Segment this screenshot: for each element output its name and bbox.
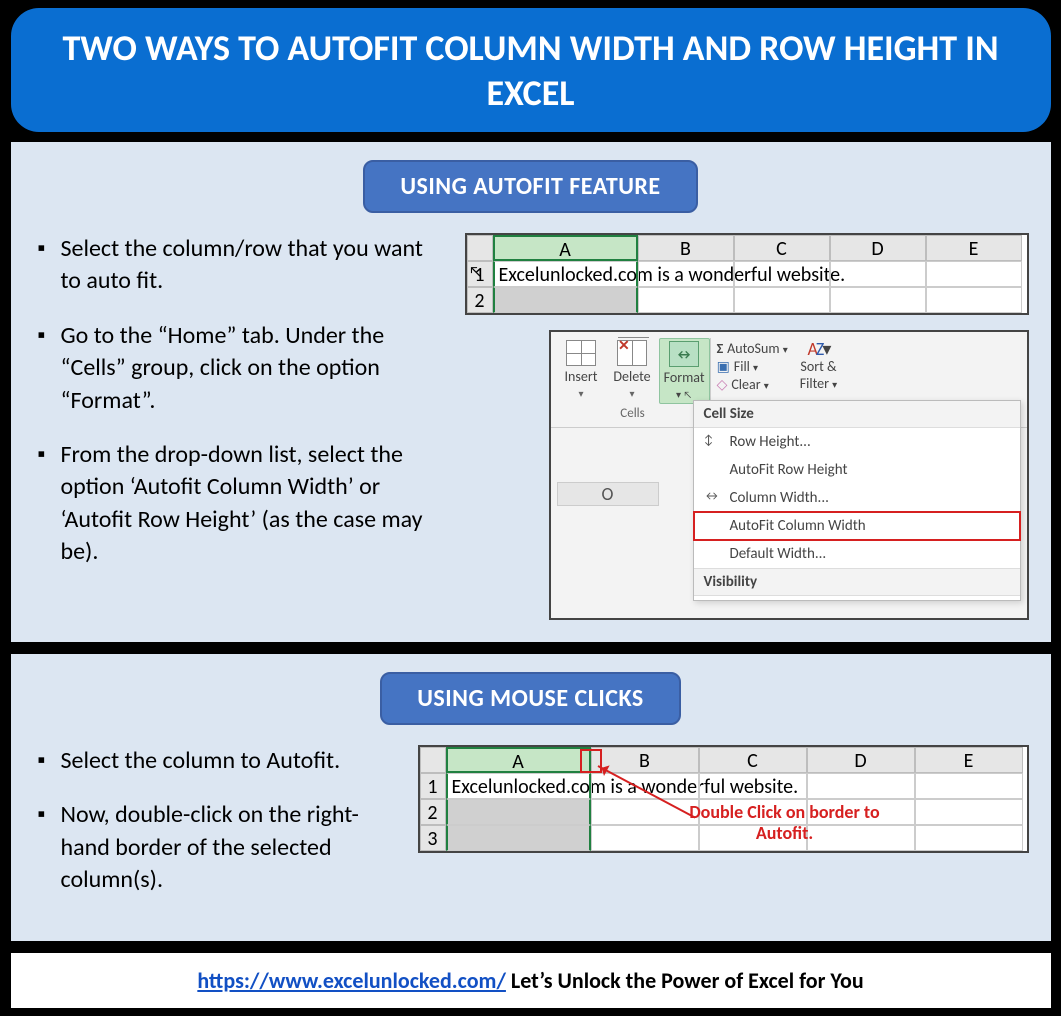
rowheight-icon: ↕ bbox=[704, 433, 714, 448]
col-header-E: E bbox=[926, 235, 1022, 261]
format-dropdown: Cell Size ↕Row Height... AutoFit Row Hei… bbox=[693, 400, 1021, 601]
sort-filter-button: AZ▾ Sort & Filter ▾ bbox=[794, 338, 843, 394]
dd-column-width: ↔Column Width... bbox=[694, 484, 1020, 512]
format-icon bbox=[669, 341, 699, 367]
sheet-col-O: O bbox=[557, 482, 659, 506]
doubleclick-callout: Double Click on border to Autofit. bbox=[680, 802, 890, 843]
autosum-item: AutoSum ▾ bbox=[717, 340, 788, 357]
dd-default-width: Default Width... bbox=[694, 540, 1020, 568]
bullet-item: Go to the “Home” tab. Under the “Cells” … bbox=[33, 320, 440, 417]
insert-label: Insert bbox=[565, 368, 598, 385]
dd-row-height: ↕Row Height... bbox=[694, 428, 1020, 456]
row-header-2: 2 bbox=[467, 287, 493, 313]
delete-button: Delete ▾ bbox=[605, 338, 658, 404]
cells-group-label: Cells bbox=[557, 404, 710, 425]
bullet-item: Now, double-click on the right-hand bord… bbox=[33, 799, 393, 896]
main-title: TWO WAYS TO AUTOFIT COLUMN WIDTH AND ROW… bbox=[11, 8, 1051, 132]
section1-heading: USING AUTOFIT FEATURE bbox=[363, 160, 697, 213]
select-all-corner bbox=[420, 747, 446, 773]
dd-autofit-column-width: AutoFit Column Width bbox=[694, 512, 1020, 540]
col-header-D: D bbox=[830, 235, 926, 261]
dropdown-header-visibility: Visibility bbox=[694, 568, 1020, 596]
insert-icon bbox=[566, 340, 596, 366]
dd-autofit-row-height: AutoFit Row Height bbox=[694, 456, 1020, 484]
cursor-icon: ↖ bbox=[469, 263, 483, 282]
row-header-2: 2 bbox=[420, 799, 446, 825]
col-header-C: C bbox=[699, 747, 807, 773]
format-label: Format bbox=[664, 369, 705, 386]
section-autofit-feature: USING AUTOFIT FEATURE Select the column/… bbox=[11, 142, 1051, 642]
cell-A1: Excelunlocked.com is a wonderful website… bbox=[493, 261, 638, 287]
bullet-item: Select the column/row that you want to a… bbox=[33, 233, 440, 298]
section-mouse-clicks: USING MOUSE CLICKS Select the column to … bbox=[11, 654, 1051, 941]
colwidth-icon: ↔ bbox=[704, 489, 721, 504]
clear-item: Clear ▾ bbox=[717, 376, 788, 393]
editing-stack: AutoSum ▾ Fill ▾ Clear ▾ bbox=[711, 338, 794, 395]
col-header-A: A bbox=[446, 747, 591, 773]
section2-heading: USING MOUSE CLICKS bbox=[380, 672, 681, 725]
section1-bullets: Select the column/row that you want to a… bbox=[33, 233, 440, 591]
section2-bullets: Select the column to Autofit. Now, doubl… bbox=[33, 745, 393, 919]
col-header-B: B bbox=[638, 235, 734, 261]
bullet-item: From the drop-down list, select the opti… bbox=[33, 439, 440, 569]
excel-sheet-doubleclick: A B C D E 1 Excelunlocked.com is a wonde… bbox=[418, 745, 1029, 853]
col-header-D: D bbox=[807, 747, 915, 773]
delete-icon bbox=[617, 340, 647, 366]
col-header-C: C bbox=[734, 235, 830, 261]
col-header-E: E bbox=[915, 747, 1023, 773]
row-header-1: 1 bbox=[420, 773, 446, 799]
cell-A1: Excelunlocked.com is a wonderful website… bbox=[446, 773, 591, 799]
insert-button: Insert ▾ bbox=[557, 338, 606, 404]
select-all-corner bbox=[467, 235, 493, 261]
row-header-3: 3 bbox=[420, 825, 446, 851]
bullet-item: Select the column to Autofit. bbox=[33, 745, 393, 777]
dropdown-header-cellsize: Cell Size bbox=[694, 401, 1020, 428]
footer-link[interactable]: https://www.excelunlocked.com/ bbox=[197, 967, 506, 994]
excel-sheet-colselect: A B C D E 1 Excelunlocked.com is a wonde… bbox=[465, 233, 1029, 315]
footer-text: Let’s Unlock the Power of Excel for You bbox=[506, 967, 864, 994]
format-button: Format ▾ ↖ bbox=[659, 338, 710, 404]
footer: https://www.excelunlocked.com/ Let’s Unl… bbox=[11, 953, 1051, 1008]
delete-label: Delete bbox=[613, 368, 650, 385]
col-header-A: A bbox=[493, 235, 638, 261]
fill-item: Fill ▾ bbox=[717, 358, 788, 375]
page: TWO WAYS TO AUTOFIT COLUMN WIDTH AND ROW… bbox=[6, 3, 1056, 1013]
section1-illustrations: A B C D E 1 Excelunlocked.com is a wonde… bbox=[465, 233, 1029, 620]
excel-ribbon-format: Insert ▾ Delete ▾ Form bbox=[549, 330, 1029, 620]
sort-filter-icon: AZ▾ bbox=[807, 340, 829, 358]
